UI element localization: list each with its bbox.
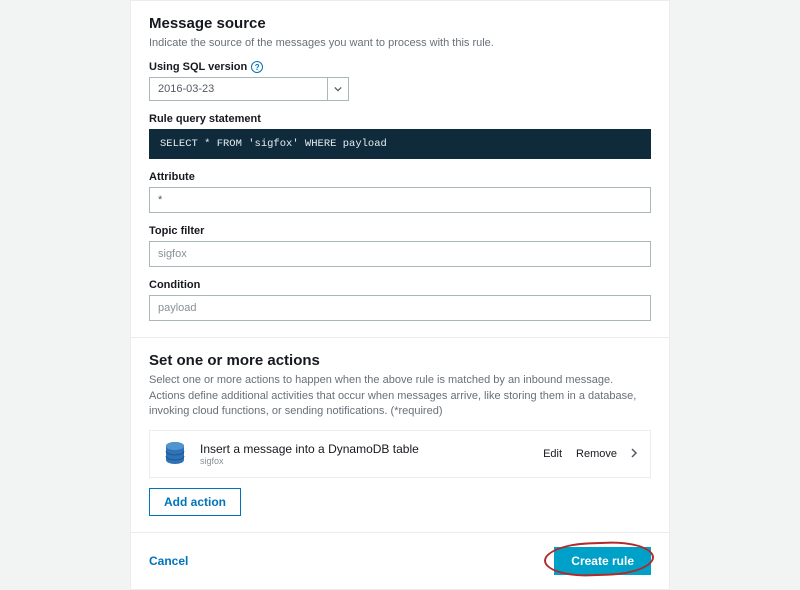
dynamodb-icon — [162, 441, 188, 467]
actions-panel: Set one or more actions Select one or mo… — [130, 338, 670, 532]
action-text: Insert a message into a DynamoDB table s… — [200, 442, 531, 466]
topic-filter-field: Topic filter — [149, 225, 651, 267]
add-action-button[interactable]: Add action — [149, 488, 241, 516]
query-statement-label: Rule query statement — [149, 113, 651, 125]
remove-link[interactable]: Remove — [576, 448, 617, 460]
attribute-label: Attribute — [149, 171, 651, 183]
topic-filter-input[interactable] — [149, 241, 651, 267]
actions-heading: Set one or more actions — [149, 352, 651, 369]
attribute-field: Attribute — [149, 171, 651, 213]
chevron-down-icon[interactable] — [327, 77, 349, 101]
sql-version-select[interactable]: 2016-03-23 — [149, 77, 349, 101]
chevron-right-icon[interactable] — [631, 447, 638, 461]
sql-version-label: Using SQL version — [149, 61, 247, 73]
message-source-panel: Message source Indicate the source of th… — [130, 0, 670, 338]
condition-field: Condition — [149, 279, 651, 321]
cancel-link[interactable]: Cancel — [149, 554, 188, 568]
action-sub: sigfox — [200, 456, 531, 466]
message-source-heading: Message source — [149, 15, 651, 32]
actions-desc: Select one or more actions to happen whe… — [149, 373, 651, 419]
topic-filter-label: Topic filter — [149, 225, 651, 237]
action-item: Insert a message into a DynamoDB table s… — [149, 430, 651, 478]
sql-version-field: Using SQL version ? 2016-03-23 — [149, 61, 651, 101]
query-statement-field: Rule query statement SELECT * FROM 'sigf… — [149, 113, 651, 159]
attribute-input[interactable] — [149, 187, 651, 213]
condition-input[interactable] — [149, 295, 651, 321]
condition-label: Condition — [149, 279, 651, 291]
create-rule-button[interactable]: Create rule — [554, 547, 651, 575]
action-links: Edit Remove — [543, 447, 638, 461]
edit-link[interactable]: Edit — [543, 448, 562, 460]
footer: Cancel Create rule — [130, 533, 670, 590]
query-statement-code[interactable]: SELECT * FROM 'sigfox' WHERE payload — [149, 129, 651, 159]
sql-version-value: 2016-03-23 — [149, 77, 327, 101]
message-source-desc: Indicate the source of the messages you … — [149, 36, 651, 51]
help-icon[interactable]: ? — [251, 61, 263, 73]
action-title: Insert a message into a DynamoDB table — [200, 442, 531, 456]
